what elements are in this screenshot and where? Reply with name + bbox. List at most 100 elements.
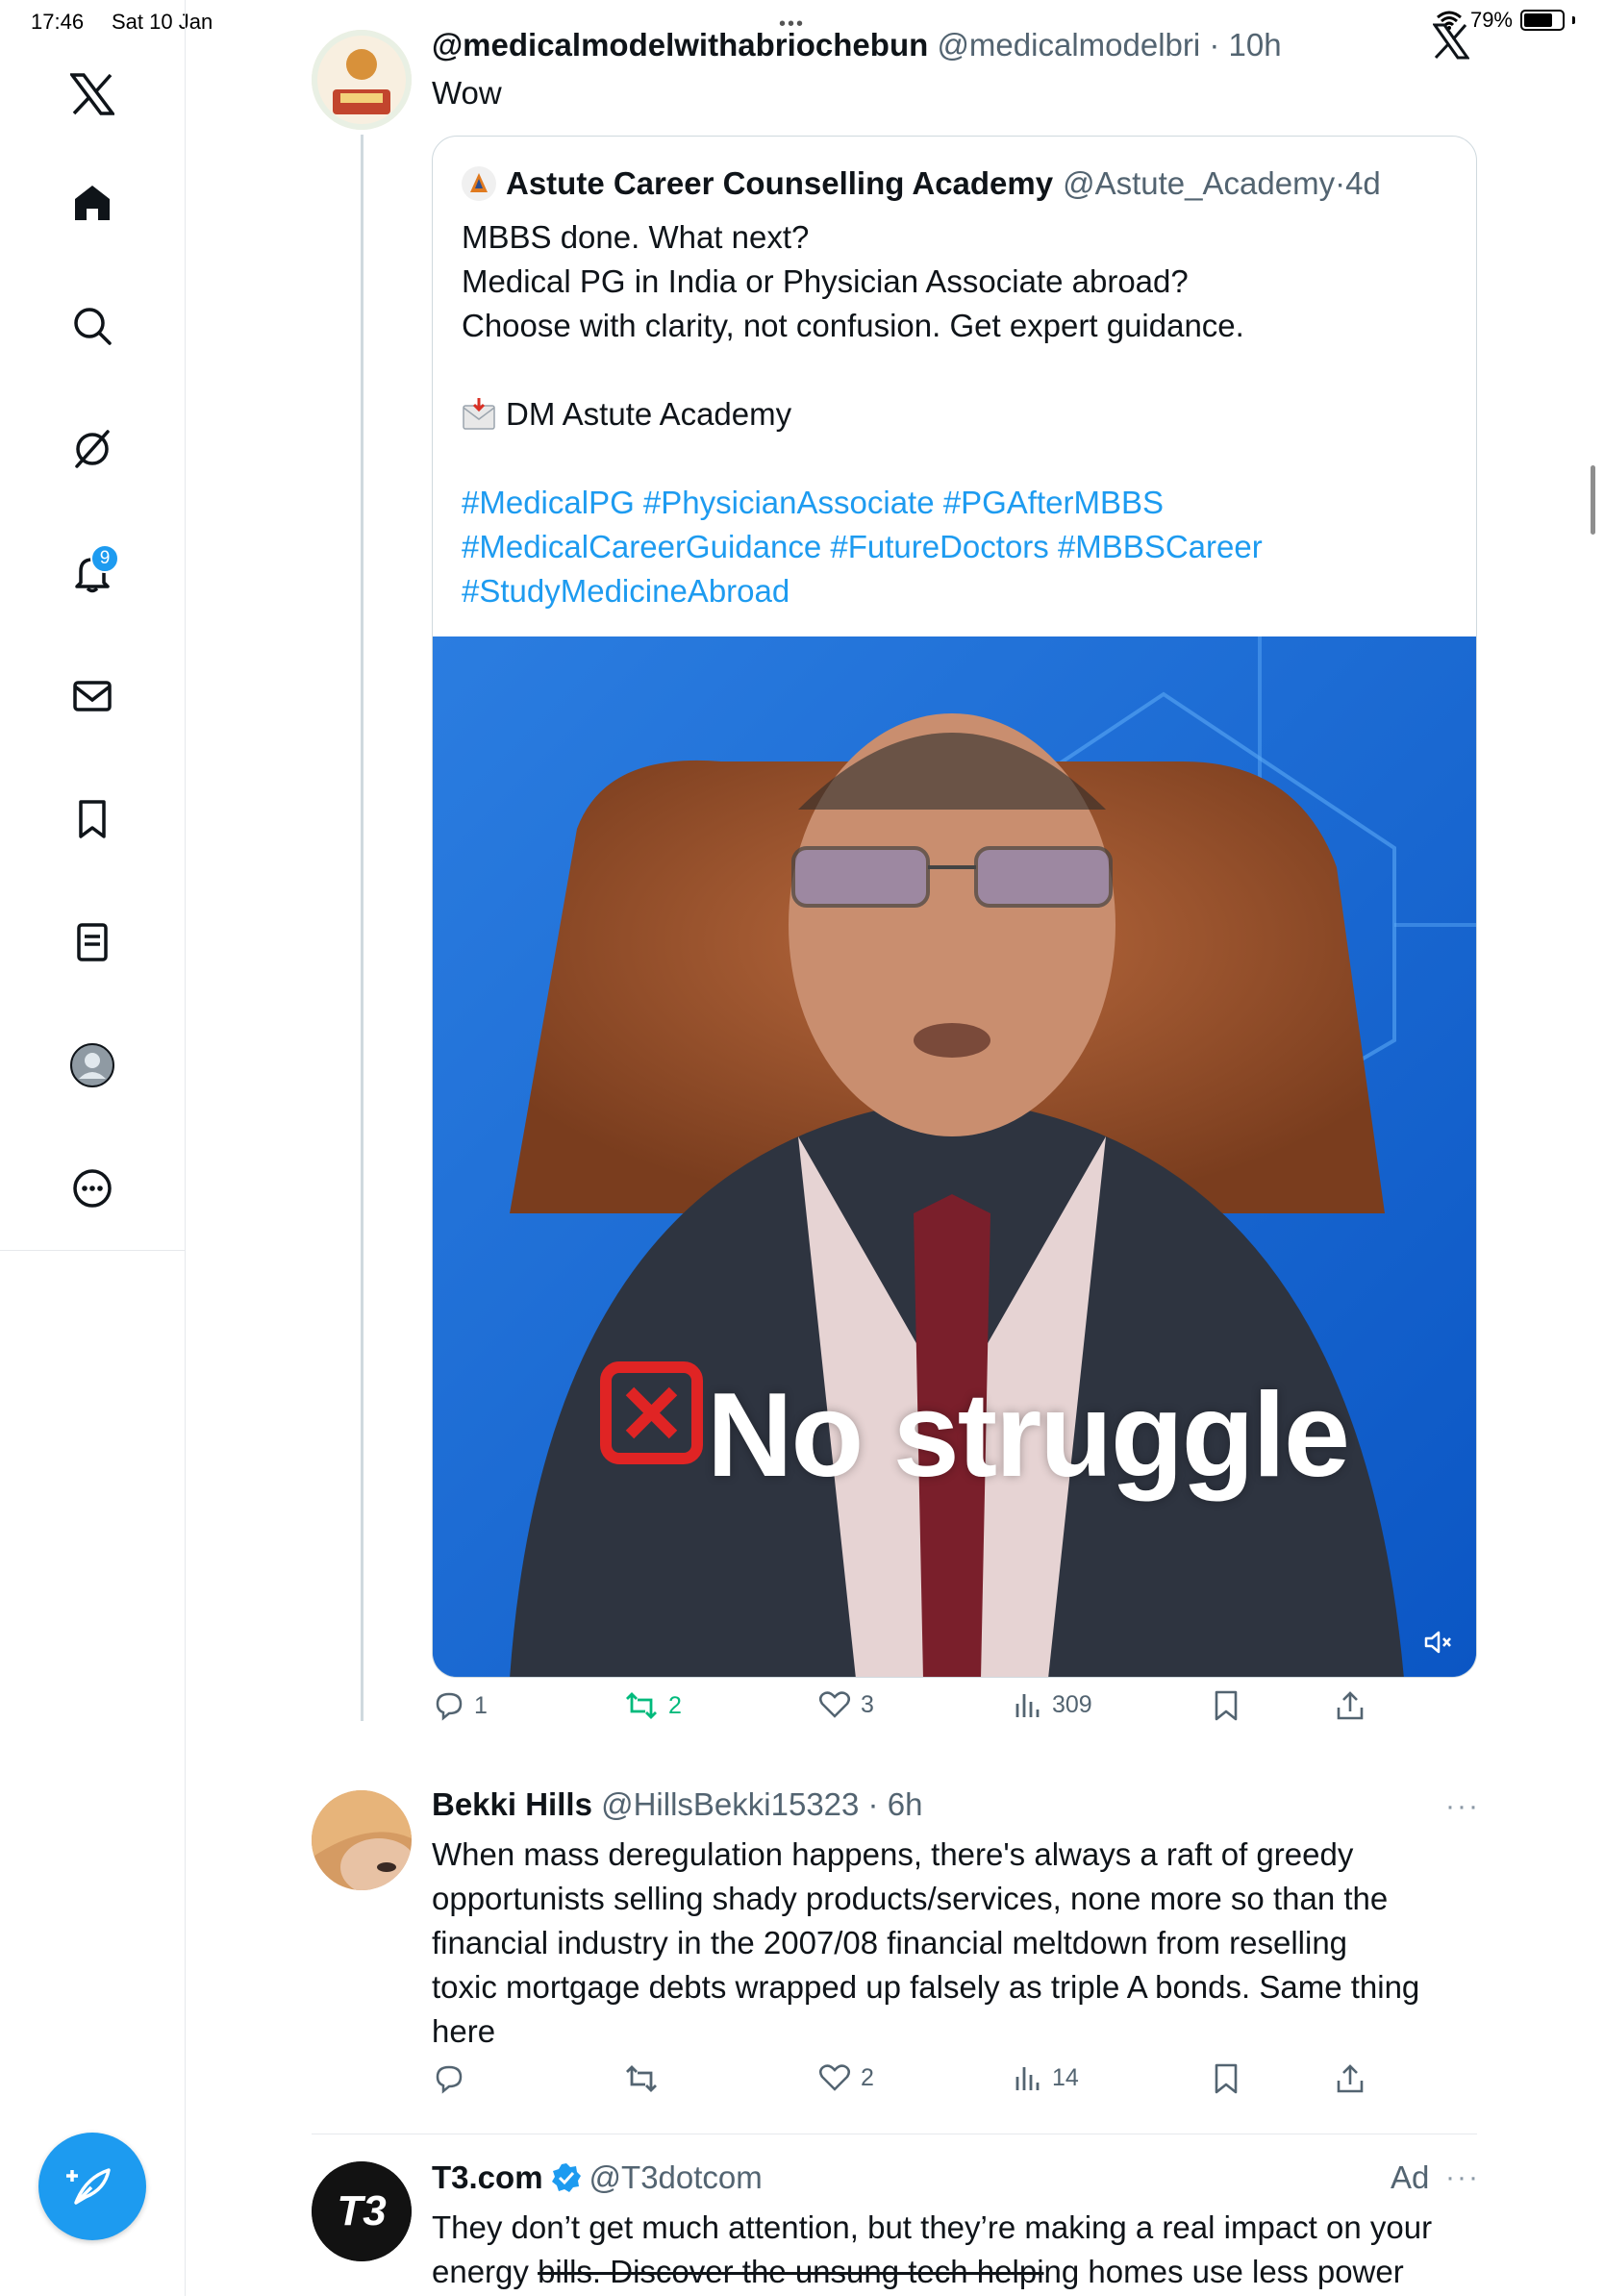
retweet-button[interactable]: 2 [624, 1690, 682, 1721]
reply-count: 1 [474, 1691, 488, 1719]
home-icon [75, 186, 110, 220]
quote-text-line: MBBS done. What next? [462, 219, 810, 255]
bookmark-icon [1215, 2063, 1238, 2094]
dm-line: DM Astute Academy [462, 392, 1452, 437]
tweet-text: They don’t get much attention, but they’… [432, 2209, 1433, 2289]
bookmark-icon [1215, 1690, 1238, 1721]
heart-icon [819, 1691, 850, 1718]
author-handle[interactable]: @medicalmodelbri [937, 27, 1200, 62]
quote-header: Astute Career Counselling Academy @Astut… [462, 165, 1381, 202]
compose-post-button[interactable] [38, 2133, 146, 2240]
sidebar-item-search[interactable] [58, 291, 127, 361]
share-button[interactable] [1336, 1690, 1365, 1721]
bookmark-button[interactable] [1213, 1690, 1240, 1721]
x-brand-corner-icon [1432, 23, 1470, 64]
sidebar-item-more[interactable] [58, 1154, 127, 1223]
envelope-icon [73, 681, 112, 711]
author-handle[interactable]: @T3dotcom [589, 2159, 763, 2196]
author-name[interactable]: Bekki Hills [432, 1786, 592, 1822]
notification-badge: 9 [90, 544, 119, 573]
scrollbar-thumb[interactable] [1591, 465, 1595, 535]
sidebar-divider [0, 1250, 186, 1251]
quote-body: MBBS done. What next? Medical PG in Indi… [462, 215, 1452, 613]
like-count: 2 [861, 2063, 874, 2091]
search-icon [74, 308, 112, 345]
avatar[interactable]: T3 [312, 2161, 412, 2261]
speaker-muted-icon [1424, 1631, 1451, 1654]
grok-icon [75, 430, 110, 468]
sidebar-item-bookmarks[interactable] [58, 785, 127, 854]
author-handle[interactable]: @HillsBekki15323 [601, 1786, 859, 1822]
dm-text: DM Astute Academy [506, 396, 792, 432]
sidebar-item-lists[interactable] [58, 908, 127, 977]
quote-video[interactable]: No struggle [433, 636, 1476, 1677]
sidebar-item-grok[interactable] [58, 414, 127, 484]
sidebar: 9 [0, 0, 186, 2296]
mute-button[interactable] [1424, 1630, 1453, 1660]
tweet-text: When mass deregulation happens, there's … [432, 1836, 1420, 2049]
quote-author-handle[interactable]: @Astute_Academy [1063, 165, 1335, 202]
tweet-header: @medicalmodelwithabriochebun @medicalmod… [432, 27, 1282, 62]
views-button[interactable]: 14 [1014, 2063, 1079, 2092]
sidebar-item-home[interactable] [58, 168, 127, 237]
views-button[interactable]: 309 [1014, 1690, 1092, 1719]
hashtag-links[interactable]: #StudyMedicineAbroad [462, 569, 1452, 613]
sidebar-item-messages[interactable] [58, 661, 127, 731]
quote-text-line: Choose with clarity, not confusion. Get … [462, 308, 1244, 343]
video-caption-text: No struggle [707, 1369, 1350, 1502]
quote-time[interactable]: 4d [1345, 165, 1381, 202]
video-frame-image [433, 636, 1476, 1677]
reply-icon [436, 2065, 463, 2094]
like-count: 3 [861, 1690, 874, 1718]
profile-icon [70, 1043, 114, 1087]
x-logo-button[interactable] [58, 60, 127, 129]
share-button[interactable] [1336, 2063, 1365, 2094]
author-name[interactable]: @medicalmodelwithabriochebun [432, 27, 928, 62]
heart-icon [819, 2064, 850, 2091]
battery-percent: 79% [1469, 8, 1513, 32]
thread-connector-line [361, 135, 363, 1721]
retweet-count: 2 [668, 1691, 682, 1719]
tweet-time[interactable]: 10h [1229, 27, 1282, 62]
more-options-button[interactable]: ··· [1445, 1790, 1480, 1823]
battery-icon [1520, 10, 1565, 31]
author-name[interactable]: T3.com [432, 2159, 543, 2196]
t3-logo-text: T3 [337, 2187, 386, 2234]
quote-text-line: Medical PG in India or Physician Associa… [462, 263, 1189, 299]
bookmark-icon [79, 800, 106, 838]
tweet-header: Bekki Hills @HillsBekki15323 · 6h [432, 1786, 923, 1822]
hashtag-links[interactable]: #MedicalCareerGuidance #FutureDoctors #M… [462, 525, 1452, 569]
avatar[interactable] [312, 1790, 412, 1890]
retweet-icon [626, 2065, 657, 2092]
list-icon [77, 923, 108, 961]
ad-label: Ad [1391, 2159, 1430, 2195]
tweet-text: Wow [432, 75, 502, 111]
verified-badge-icon [551, 2163, 581, 2192]
like-button[interactable]: 3 [818, 1690, 874, 1719]
views-bar-chart-icon [1015, 1694, 1040, 1717]
quoted-tweet-card[interactable]: Astute Career Counselling Academy @Astut… [432, 136, 1477, 1678]
sidebar-item-notifications[interactable]: 9 [58, 538, 127, 608]
hashtag-links[interactable]: #MedicalPG #PhysicianAssociate #PGAfterM… [462, 481, 1452, 525]
share-icon [1337, 1691, 1364, 1720]
quote-author-name[interactable]: Astute Career Counselling Academy [506, 165, 1053, 202]
bookmark-button[interactable] [1213, 2063, 1240, 2094]
views-count: 14 [1052, 2063, 1079, 2091]
tweet-action-bar: 2 14 [432, 2063, 1374, 2111]
compose-feather-icon [66, 2168, 111, 2205]
sidebar-item-profile[interactable] [58, 1031, 127, 1100]
like-button[interactable]: 2 [818, 2063, 874, 2092]
tweet-time[interactable]: 6h [888, 1786, 923, 1822]
retweet-icon [626, 1692, 657, 1719]
astute-logo-icon [462, 166, 496, 201]
tweet-action-bar: 1 2 3 309 [432, 1690, 1374, 1738]
avatar[interactable] [312, 30, 412, 130]
x-logo-icon [70, 73, 114, 115]
reply-button[interactable]: 1 [434, 1690, 488, 1721]
bekki-avatar-image [312, 1790, 412, 1890]
retweet-button[interactable] [624, 2063, 668, 2094]
more-options-button[interactable]: ··· [1445, 2161, 1480, 2194]
reply-icon [436, 1692, 463, 1721]
more-circle-icon [73, 1169, 112, 1208]
reply-button[interactable] [434, 2063, 474, 2094]
